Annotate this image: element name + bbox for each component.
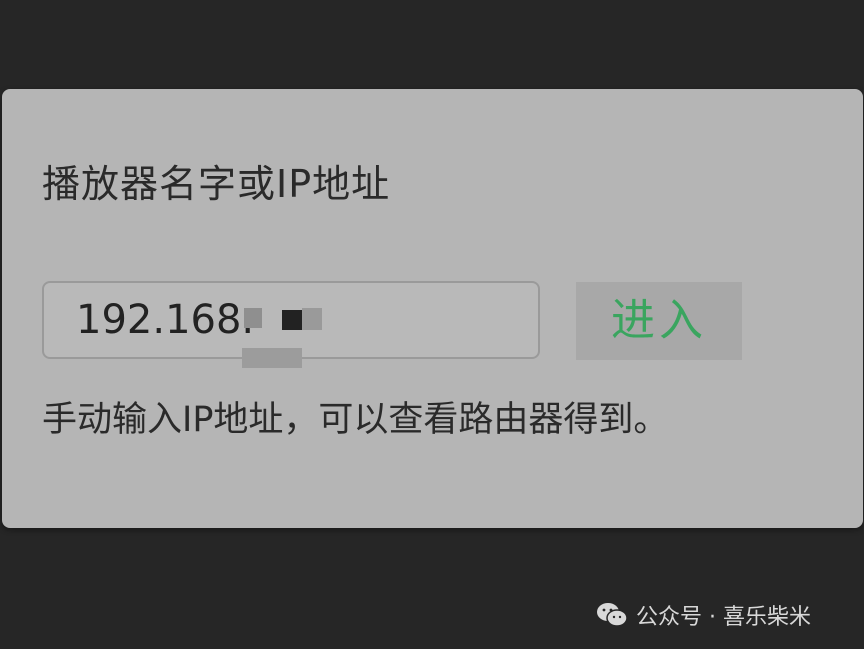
watermark-text: 公众号 · 喜乐柴米 <box>636 605 811 630</box>
hint-text: 手动输入IP地址，可以查看路由器得到。 <box>42 400 669 440</box>
screen: 播放器名字或IP地址 192.168. 进入 手动输入IP地址，可以查看路由器得… <box>0 0 864 649</box>
dialog-label: 播放器名字或IP地址 <box>42 162 391 206</box>
watermark: 公众号 · 喜乐柴米 <box>596 598 811 632</box>
redaction-mask <box>282 310 304 330</box>
redaction-mask <box>302 308 322 330</box>
redaction-mask <box>242 348 302 368</box>
enter-button[interactable]: 进入 <box>576 282 742 360</box>
redaction-mask <box>244 308 262 328</box>
ip-entry-dialog: 播放器名字或IP地址 192.168. 进入 手动输入IP地址，可以查看路由器得… <box>2 89 863 528</box>
wechat-icon <box>597 603 628 627</box>
